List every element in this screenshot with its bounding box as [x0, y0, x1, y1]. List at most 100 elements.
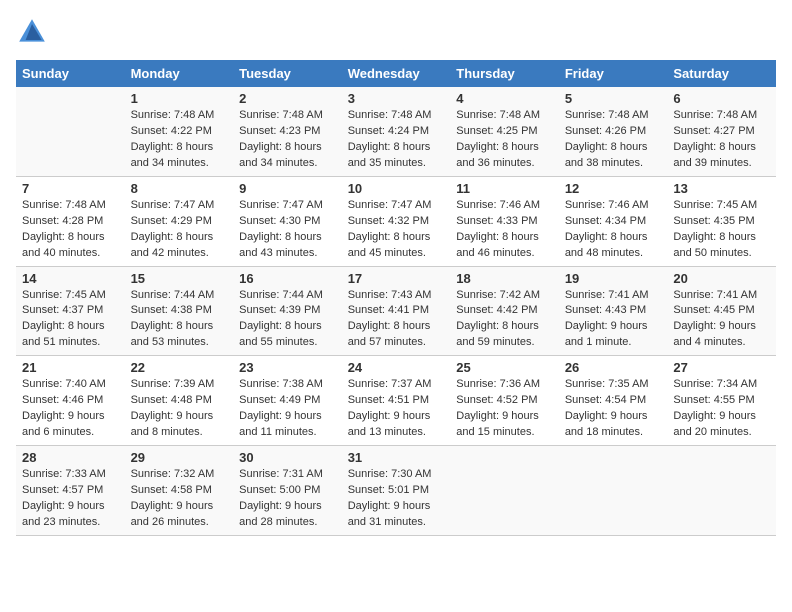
- day-cell: 11Sunrise: 7:46 AMSunset: 4:33 PMDayligh…: [450, 176, 559, 266]
- day-content: Sunrise: 7:32 AMSunset: 4:58 PMDaylight:…: [131, 467, 228, 531]
- day-number: 16: [239, 271, 336, 286]
- sunset-line: Sunset: 4:49 PM: [239, 393, 336, 409]
- day-number: 5: [565, 91, 662, 106]
- sunrise-line: Sunrise: 7:48 AM: [565, 108, 662, 124]
- sunrise-line: Sunrise: 7:39 AM: [131, 377, 228, 393]
- sunrise-line: Sunrise: 7:48 AM: [673, 108, 770, 124]
- daylight-line-2: and 11 minutes.: [239, 425, 336, 441]
- daylight-line-2: and 42 minutes.: [131, 246, 228, 262]
- sunrise-line: Sunrise: 7:48 AM: [348, 108, 445, 124]
- daylight-line: Daylight: 8 hours: [456, 319, 553, 335]
- daylight-line: Daylight: 9 hours: [131, 409, 228, 425]
- day-content: Sunrise: 7:35 AMSunset: 4:54 PMDaylight:…: [565, 377, 662, 441]
- daylight-line-2: and 35 minutes.: [348, 156, 445, 172]
- day-cell: 26Sunrise: 7:35 AMSunset: 4:54 PMDayligh…: [559, 356, 668, 446]
- sunrise-line: Sunrise: 7:44 AM: [131, 288, 228, 304]
- day-content: Sunrise: 7:45 AMSunset: 4:37 PMDaylight:…: [22, 288, 119, 352]
- day-cell: 31Sunrise: 7:30 AMSunset: 5:01 PMDayligh…: [342, 446, 451, 536]
- day-number: 21: [22, 360, 119, 375]
- day-cell: 15Sunrise: 7:44 AMSunset: 4:38 PMDayligh…: [125, 266, 234, 356]
- daylight-line-2: and 40 minutes.: [22, 246, 119, 262]
- sunrise-line: Sunrise: 7:40 AM: [22, 377, 119, 393]
- week-row-5: 28Sunrise: 7:33 AMSunset: 4:57 PMDayligh…: [16, 446, 776, 536]
- day-number: 30: [239, 450, 336, 465]
- daylight-line: Daylight: 9 hours: [239, 409, 336, 425]
- daylight-line-2: and 39 minutes.: [673, 156, 770, 172]
- daylight-line-2: and 31 minutes.: [348, 515, 445, 531]
- day-number: 24: [348, 360, 445, 375]
- day-cell: [16, 87, 125, 176]
- sunset-line: Sunset: 4:29 PM: [131, 214, 228, 230]
- daylight-line-2: and 34 minutes.: [239, 156, 336, 172]
- daylight-line: Daylight: 8 hours: [239, 230, 336, 246]
- day-content: Sunrise: 7:41 AMSunset: 4:43 PMDaylight:…: [565, 288, 662, 352]
- daylight-line-2: and 8 minutes.: [131, 425, 228, 441]
- daylight-line: Daylight: 9 hours: [348, 409, 445, 425]
- header-row: SundayMondayTuesdayWednesdayThursdayFrid…: [16, 60, 776, 87]
- day-cell: 3 Sunrise: 7:48 AMSunset: 4:24 PMDaylight…: [342, 87, 451, 176]
- day-content: Sunrise: 7:39 AMSunset: 4:48 PMDaylight:…: [131, 377, 228, 441]
- day-content: Sunrise: 7:48 AMSunset: 4:23 PMDaylight:…: [239, 108, 336, 172]
- sunrise-line: Sunrise: 7:41 AM: [565, 288, 662, 304]
- day-number: 6: [673, 91, 770, 106]
- day-content: Sunrise: 7:30 AMSunset: 5:01 PMDaylight:…: [348, 467, 445, 531]
- sunrise-line: Sunrise: 7:38 AM: [239, 377, 336, 393]
- day-number: 9: [239, 181, 336, 196]
- sunrise-line: Sunrise: 7:30 AM: [348, 467, 445, 483]
- day-content: Sunrise: 7:48 AMSunset: 4:25 PMDaylight:…: [456, 108, 553, 172]
- daylight-line: Daylight: 8 hours: [22, 230, 119, 246]
- day-cell: 2Sunrise: 7:48 AMSunset: 4:23 PMDaylight…: [233, 87, 342, 176]
- page-header: [16, 16, 776, 48]
- day-number: 29: [131, 450, 228, 465]
- day-content: Sunrise: 7:34 AMSunset: 4:55 PMDaylight:…: [673, 377, 770, 441]
- header-saturday: Saturday: [667, 60, 776, 87]
- day-content: Sunrise: 7:48 AMSunset: 4:24 PMDaylight:…: [348, 108, 445, 172]
- day-number: 28: [22, 450, 119, 465]
- sunset-line: Sunset: 5:01 PM: [348, 483, 445, 499]
- sunset-line: Sunset: 4:46 PM: [22, 393, 119, 409]
- daylight-line-2: and 36 minutes.: [456, 156, 553, 172]
- day-content: Sunrise: 7:48 AMSunset: 4:22 PMDaylight:…: [131, 108, 228, 172]
- day-cell: 4 Sunrise: 7:48 AMSunset: 4:25 PMDaylight…: [450, 87, 559, 176]
- daylight-line: Daylight: 8 hours: [673, 140, 770, 156]
- day-cell: 8Sunrise: 7:47 AMSunset: 4:29 PMDaylight…: [125, 176, 234, 266]
- day-number: 4: [456, 91, 553, 106]
- daylight-line-2: and 13 minutes.: [348, 425, 445, 441]
- daylight-line: Daylight: 9 hours: [565, 409, 662, 425]
- sunset-line: Sunset: 4:54 PM: [565, 393, 662, 409]
- sunrise-line: Sunrise: 7:35 AM: [565, 377, 662, 393]
- sunset-line: Sunset: 4:38 PM: [131, 303, 228, 319]
- sunset-line: Sunset: 4:23 PM: [239, 124, 336, 140]
- day-cell: 13Sunrise: 7:45 AMSunset: 4:35 PMDayligh…: [667, 176, 776, 266]
- logo: [16, 16, 52, 48]
- day-number: 3: [348, 91, 445, 106]
- sunrise-line: Sunrise: 7:31 AM: [239, 467, 336, 483]
- sunrise-line: Sunrise: 7:48 AM: [456, 108, 553, 124]
- sunset-line: Sunset: 4:33 PM: [456, 214, 553, 230]
- daylight-line: Daylight: 9 hours: [456, 409, 553, 425]
- daylight-line-2: and 38 minutes.: [565, 156, 662, 172]
- daylight-line: Daylight: 9 hours: [673, 319, 770, 335]
- daylight-line-2: and 28 minutes.: [239, 515, 336, 531]
- sunrise-line: Sunrise: 7:42 AM: [456, 288, 553, 304]
- daylight-line: Daylight: 8 hours: [22, 319, 119, 335]
- day-cell: 17Sunrise: 7:43 AMSunset: 4:41 PMDayligh…: [342, 266, 451, 356]
- sunrise-line: Sunrise: 7:45 AM: [22, 288, 119, 304]
- day-number: 27: [673, 360, 770, 375]
- sunset-line: Sunset: 4:43 PM: [565, 303, 662, 319]
- sunset-line: Sunset: 4:28 PM: [22, 214, 119, 230]
- day-content: Sunrise: 7:36 AMSunset: 4:52 PMDaylight:…: [456, 377, 553, 441]
- day-cell: 22 Sunrise: 7:39 AMSunset: 4:48 PMDayligh…: [125, 356, 234, 446]
- day-cell: [559, 446, 668, 536]
- day-number: 11: [456, 181, 553, 196]
- day-content: Sunrise: 7:44 AMSunset: 4:38 PMDaylight:…: [131, 288, 228, 352]
- sunset-line: Sunset: 4:25 PM: [456, 124, 553, 140]
- day-content: Sunrise: 7:43 AMSunset: 4:41 PMDaylight:…: [348, 288, 445, 352]
- day-content: Sunrise: 7:47 AMSunset: 4:32 PMDaylight:…: [348, 198, 445, 262]
- logo-icon: [16, 16, 48, 48]
- sunset-line: Sunset: 4:41 PM: [348, 303, 445, 319]
- daylight-line-2: and 51 minutes.: [22, 335, 119, 351]
- day-cell: 7Sunrise: 7:48 AMSunset: 4:28 PMDaylight…: [16, 176, 125, 266]
- daylight-line: Daylight: 8 hours: [456, 230, 553, 246]
- day-number: 22: [131, 360, 228, 375]
